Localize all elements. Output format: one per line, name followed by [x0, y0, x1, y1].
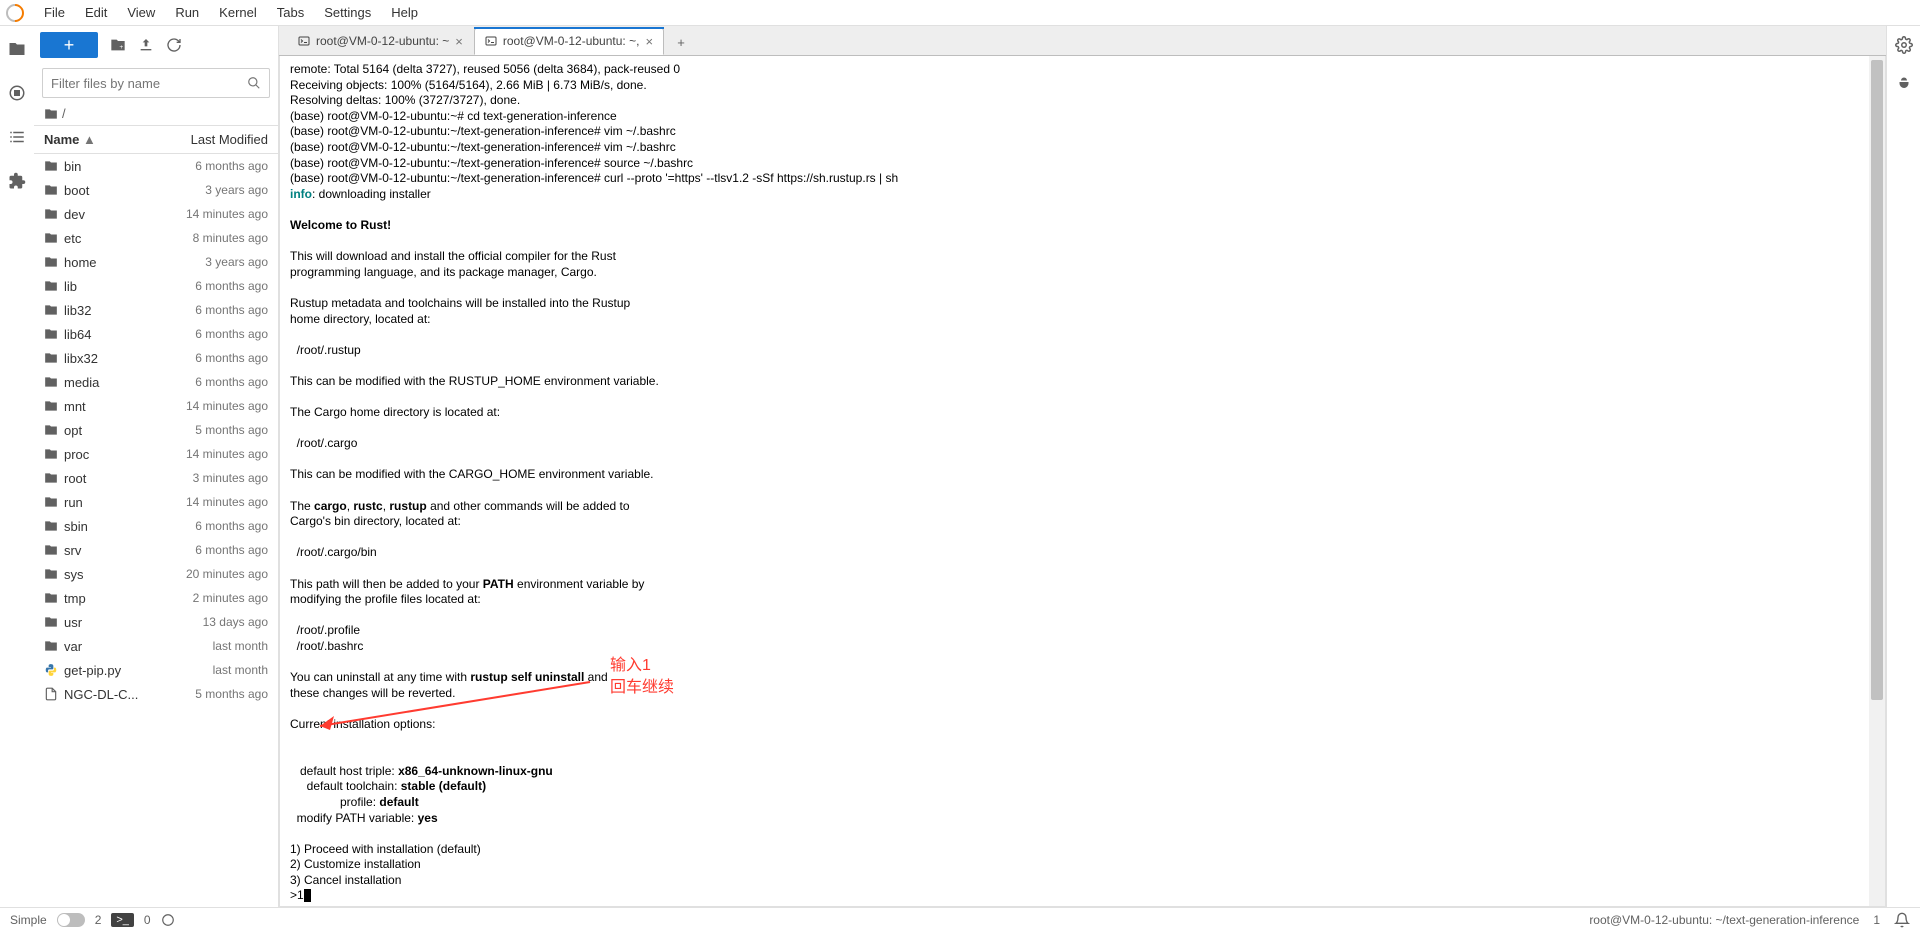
file-filter: [34, 64, 278, 102]
menubar: FileEditViewRunKernelTabsSettingsHelp: [0, 0, 1920, 26]
file-item[interactable]: lib646 months ago: [34, 322, 278, 346]
file-item[interactable]: NGC-DL-C...5 months ago: [34, 682, 278, 706]
filter-input[interactable]: [51, 76, 247, 91]
file-item[interactable]: root3 minutes ago: [34, 466, 278, 490]
close-tab-icon[interactable]: ×: [645, 34, 653, 49]
debugger-icon[interactable]: [1895, 76, 1913, 94]
property-inspector-icon[interactable]: [1895, 36, 1913, 54]
file-item[interactable]: boot3 years ago: [34, 178, 278, 202]
tab-bar: root@VM-0-12-ubuntu: ~×root@VM-0-12-ubun…: [279, 26, 1886, 56]
bell-icon[interactable]: [1894, 912, 1910, 928]
status-simple[interactable]: Simple: [10, 913, 47, 927]
status-terminal-count[interactable]: 2: [95, 913, 102, 927]
menu-help[interactable]: Help: [381, 1, 428, 24]
simple-toggle[interactable]: [57, 913, 85, 927]
file-item[interactable]: varlast month: [34, 634, 278, 658]
extensions-icon[interactable]: [8, 172, 26, 190]
folder-icon: [44, 107, 58, 121]
terminal-cursor: [304, 889, 311, 902]
file-item[interactable]: run14 minutes ago: [34, 490, 278, 514]
upload-icon[interactable]: [138, 37, 154, 53]
close-tab-icon[interactable]: ×: [455, 34, 463, 49]
file-list: bin6 months agoboot3 years agodev14 minu…: [34, 154, 278, 907]
file-list-header: Name ▲ Last Modified: [34, 125, 278, 154]
jupyter-logo-icon: [2, 0, 27, 25]
new-launcher-button[interactable]: +: [40, 32, 98, 58]
breadcrumb-root: /: [62, 106, 66, 121]
search-icon: [247, 76, 261, 90]
file-item[interactable]: get-pip.pylast month: [34, 658, 278, 682]
terminal-badge-icon: >_: [111, 913, 134, 927]
file-item[interactable]: lib6 months ago: [34, 274, 278, 298]
file-item[interactable]: srv6 months ago: [34, 538, 278, 562]
status-bar: Simple 2 >_ 0 root@VM-0-12-ubuntu: ~/tex…: [0, 907, 1920, 931]
menu-run[interactable]: Run: [165, 1, 209, 24]
col-modified[interactable]: Last Modified: [191, 132, 268, 147]
status-path: root@VM-0-12-ubuntu: ~/text-generation-i…: [1589, 913, 1859, 927]
folder-icon[interactable]: [8, 40, 26, 58]
menu-view[interactable]: View: [117, 1, 165, 24]
terminal-icon: [485, 35, 497, 47]
file-item[interactable]: media6 months ago: [34, 370, 278, 394]
terminal-icon: [298, 35, 310, 47]
file-item[interactable]: mnt14 minutes ago: [34, 394, 278, 418]
status-kernel-count[interactable]: 0: [144, 913, 151, 927]
add-tab-button[interactable]: +: [668, 29, 694, 55]
file-item[interactable]: etc8 minutes ago: [34, 226, 278, 250]
annotation-text-2: 回车继续: [610, 678, 674, 699]
col-name[interactable]: Name: [44, 132, 79, 147]
menu-edit[interactable]: Edit: [75, 1, 117, 24]
file-item[interactable]: home3 years ago: [34, 250, 278, 274]
menu-file[interactable]: File: [34, 1, 75, 24]
terminal-tab[interactable]: root@VM-0-12-ubuntu: ~×: [287, 27, 474, 55]
terminal-tab[interactable]: root@VM-0-12-ubuntu: ~,×: [474, 27, 664, 55]
menu-tabs[interactable]: Tabs: [267, 1, 314, 24]
file-item[interactable]: tmp2 minutes ago: [34, 586, 278, 610]
terminal-output[interactable]: remote: Total 5164 (delta 3727), reused …: [280, 56, 1869, 906]
file-item[interactable]: dev14 minutes ago: [34, 202, 278, 226]
menu-kernel[interactable]: Kernel: [209, 1, 267, 24]
file-toolbar: + +: [34, 26, 278, 64]
status-line-number: 1: [1873, 913, 1880, 927]
file-item[interactable]: sys20 minutes ago: [34, 562, 278, 586]
file-item[interactable]: sbin6 months ago: [34, 514, 278, 538]
menu-settings[interactable]: Settings: [314, 1, 381, 24]
file-item[interactable]: proc14 minutes ago: [34, 442, 278, 466]
new-folder-icon[interactable]: +: [110, 37, 126, 53]
file-item[interactable]: lib326 months ago: [34, 298, 278, 322]
file-item[interactable]: bin6 months ago: [34, 154, 278, 178]
right-sidebar: [1886, 26, 1920, 907]
running-icon[interactable]: [8, 84, 26, 102]
svg-text:+: +: [119, 44, 123, 51]
file-item[interactable]: opt5 months ago: [34, 418, 278, 442]
file-browser-panel: + + / Name ▲ Last Modified bin6 months a…: [34, 26, 279, 907]
toc-icon[interactable]: [8, 128, 26, 146]
terminal-scrollbar[interactable]: [1869, 56, 1885, 906]
annotation-text-1: 输入1: [610, 656, 651, 677]
breadcrumb[interactable]: /: [34, 102, 278, 125]
file-item[interactable]: usr13 days ago: [34, 610, 278, 634]
file-item[interactable]: libx326 months ago: [34, 346, 278, 370]
refresh-icon[interactable]: [166, 37, 182, 53]
left-activity-bar: [0, 26, 34, 907]
kernel-status-icon: [161, 913, 175, 927]
